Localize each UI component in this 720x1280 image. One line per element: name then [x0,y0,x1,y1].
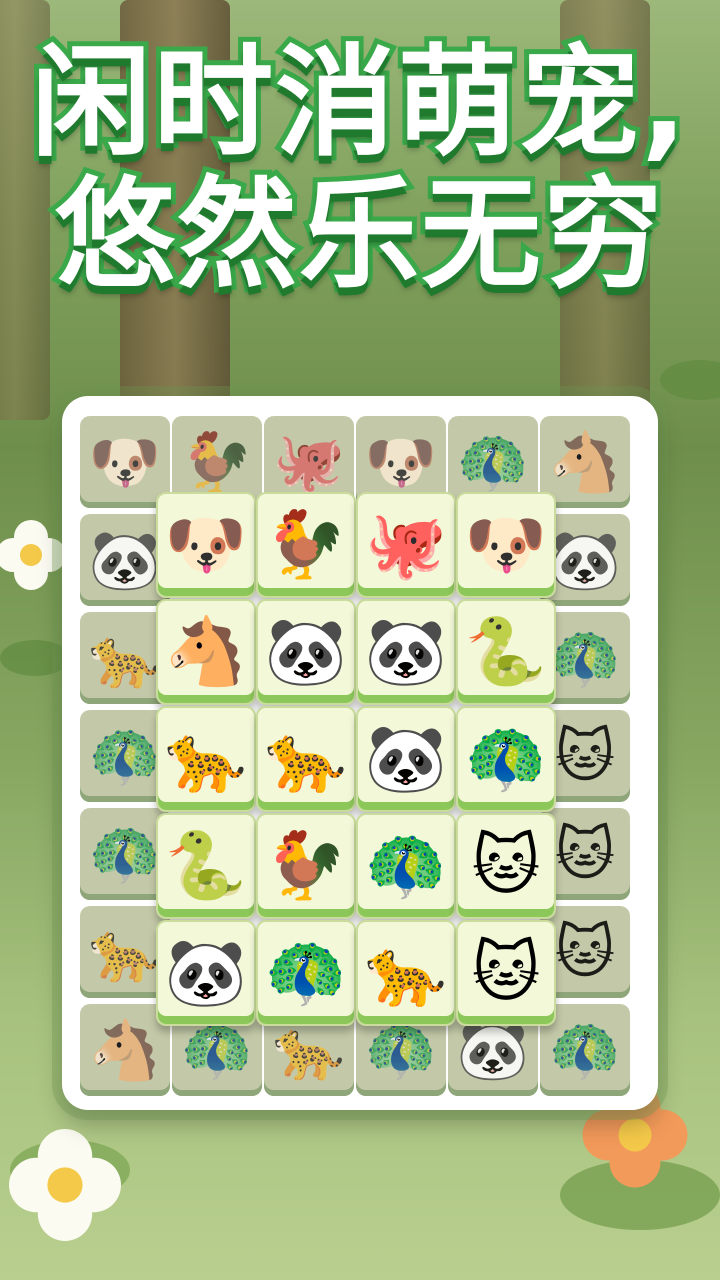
title-line-2: 悠然乐无穷 [50,165,668,307]
peacock-icon: 🦚 [88,722,162,790]
tile-dog[interactable]: 🐶 [80,416,170,508]
rooster-icon: 🐓 [264,506,348,583]
promo-title: 闲时消萌宠, 悠然乐无穷 [0,33,720,307]
tile-horse[interactable]: 🐴 [156,599,256,705]
cat-icon: 🐱 [554,722,616,790]
tile-panda[interactable]: 🐼 [356,599,456,705]
snake-icon: 🐍 [164,827,248,904]
tile-dog[interactable]: 🐶 [456,492,556,598]
cat-icon: 🐱 [471,934,541,1011]
peacock-icon: 🦚 [464,720,548,797]
tile-panda[interactable]: 🐼 [356,706,456,812]
tile-rooster[interactable]: 🐓 [256,492,356,598]
title-line-1: 闲时消萌宠, [26,33,692,175]
snake-icon: 🐍 [464,613,548,690]
tile-leopard[interactable]: 🐆 [156,706,256,812]
tile-peacock[interactable]: 🦚 [256,920,356,1026]
leopard-icon: 🐆 [164,720,248,797]
tile-snake[interactable]: 🐍 [456,599,556,705]
rooster-icon: 🐓 [180,428,254,496]
panda-icon: 🐼 [364,613,448,690]
peacock-icon: 🦚 [180,1016,254,1084]
rooster-icon: 🐓 [264,827,348,904]
tile-peacock[interactable]: 🦚 [456,706,556,812]
tile-leopard[interactable]: 🐆 [356,920,456,1026]
leopard-icon: 🐆 [88,624,162,692]
game-board: 🐶 🐓 🐙 🐶 🦚 🐴 🐼 🐼 🐆 🦚 🦚 🐱 🦚 🐱 🐆 🐱 🐴 🦚 🐆 🦚 🐼 🦚 🐶 🐓 🐙 🐶 🐴 🐼 🐼 🐍 🐆 🐆 🐼 🦚 🐍 🐓 🦚 🐱 🐼… [62,396,658,1110]
panda-icon: 🐼 [364,720,448,797]
peacock-icon: 🦚 [456,428,530,496]
peacock-icon: 🦚 [364,827,448,904]
flower-decoration [9,1129,121,1241]
leopard-icon: 🐆 [264,720,348,797]
leopard-icon: 🐆 [272,1016,346,1084]
panda-icon: 🐼 [164,934,248,1011]
tile-cat[interactable]: 🐱 [456,813,556,919]
dog-icon: 🐶 [464,506,548,583]
peacock-icon: 🦚 [548,1016,622,1084]
flower-decoration [0,520,66,590]
tile-panda[interactable]: 🐼 [156,920,256,1026]
peacock-icon: 🦚 [548,624,622,692]
peacock-icon: 🦚 [364,1016,438,1084]
horse-icon: 🐴 [164,613,248,690]
dog-icon: 🐶 [88,428,162,496]
horse-icon: 🐴 [548,428,622,496]
horse-icon: 🐴 [88,1016,162,1084]
tile-peacock[interactable]: 🦚 [356,813,456,919]
peacock-icon: 🦚 [264,934,348,1011]
cat-icon: 🐱 [554,918,616,986]
leopard-icon: 🐆 [364,934,448,1011]
panda-icon: 🐼 [456,1016,530,1084]
tile-leopard[interactable]: 🐆 [256,706,356,812]
cat-icon: 🐱 [554,820,616,888]
tile-panda[interactable]: 🐼 [256,599,356,705]
tile-dog[interactable]: 🐶 [156,492,256,598]
tile-octopus[interactable]: 🐙 [356,492,456,598]
peacock-icon: 🦚 [88,820,162,888]
panda-icon: 🐼 [88,526,162,594]
tile-horse[interactable]: 🐴 [540,416,630,508]
cat-icon: 🐱 [471,827,541,904]
octopus-icon: 🐙 [364,506,448,583]
tile-snake[interactable]: 🐍 [156,813,256,919]
dog-icon: 🐶 [364,428,438,496]
tile-rooster[interactable]: 🐓 [256,813,356,919]
panda-icon: 🐼 [264,613,348,690]
tile-cat[interactable]: 🐱 [456,920,556,1026]
panda-icon: 🐼 [548,526,622,594]
leopard-icon: 🐆 [88,918,162,986]
dog-icon: 🐶 [164,506,248,583]
octopus-icon: 🐙 [272,428,346,496]
